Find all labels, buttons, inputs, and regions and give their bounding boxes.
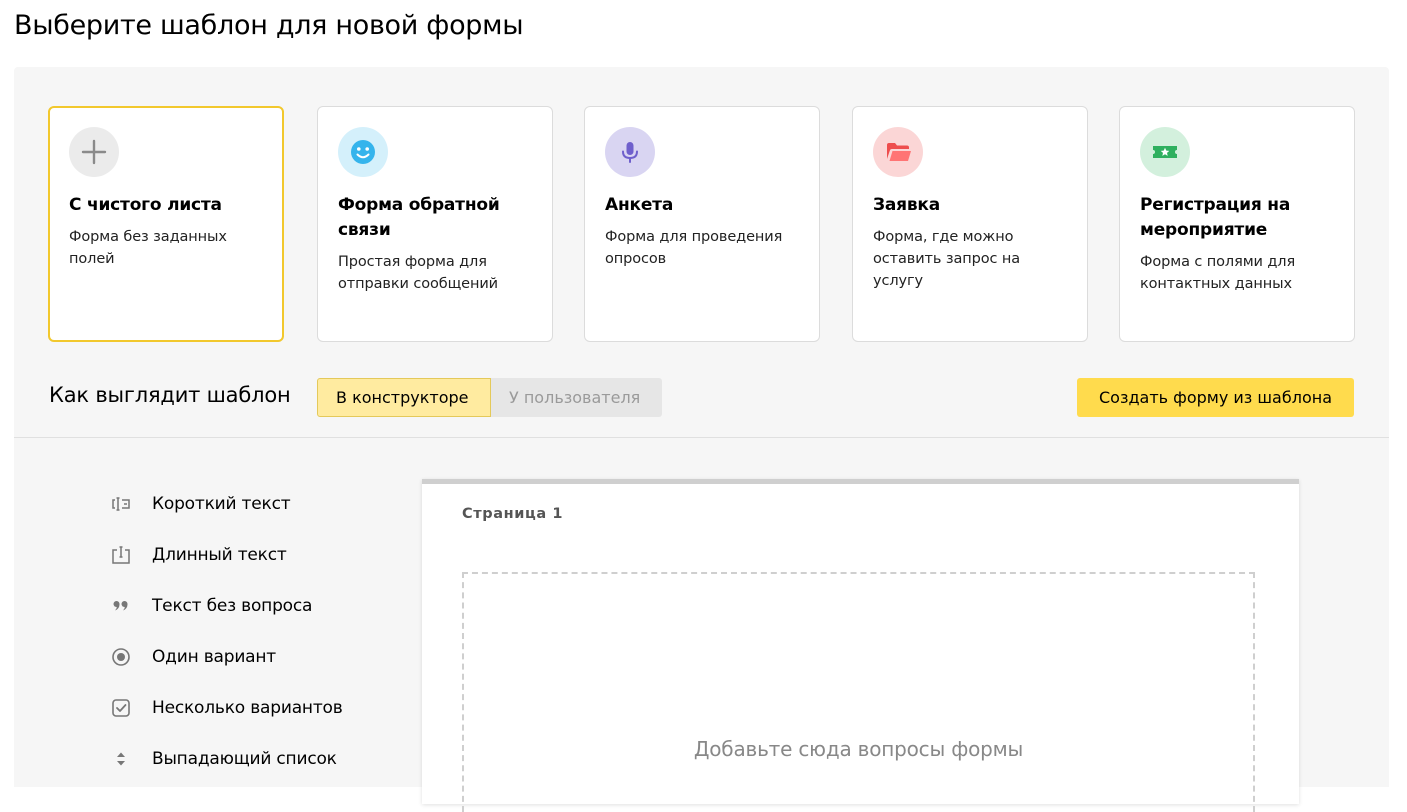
folder-icon <box>873 127 923 177</box>
divider <box>14 437 1389 438</box>
microphone-icon <box>605 127 655 177</box>
form-canvas: Страница 1 Добавьте сюда вопросы формы <box>422 479 1299 812</box>
plus-icon <box>69 127 119 177</box>
field-type-text-no-question[interactable]: Текст без вопроса <box>110 591 370 621</box>
preview-mode-switch: В конструкторе У пользователя <box>317 378 662 417</box>
create-from-template-button[interactable]: Создать форму из шаблона <box>1077 378 1354 417</box>
template-title: Заявка <box>873 195 941 215</box>
template-panel: С чистого листа Форма без заданных полей… <box>14 67 1389 812</box>
template-description: Форма с полями для контактных данных <box>1140 254 1296 292</box>
page-label: Страница 1 <box>462 506 564 522</box>
template-card-feedback[interactable]: Форма обратной связи Простая форма для о… <box>317 106 553 342</box>
template-description: Простая форма для отправки сообщений <box>338 254 498 292</box>
field-type-short-text[interactable]: Короткий текст <box>110 489 370 519</box>
template-description: Форма без заданных полей <box>69 229 227 267</box>
template-card-registration[interactable]: Регистрация на мероприятие Форма с полям… <box>1119 106 1355 342</box>
template-card-blank[interactable]: С чистого листа Форма без заданных полей <box>48 106 284 342</box>
quote-icon <box>110 595 132 617</box>
template-title: Регистрация на мероприятие <box>1140 195 1291 240</box>
question-dropzone[interactable]: Добавьте сюда вопросы формы <box>462 572 1255 812</box>
template-description: Форма для проведения опросов <box>605 229 783 267</box>
smile-icon <box>338 127 388 177</box>
tab-user-view[interactable]: У пользователя <box>491 378 662 417</box>
field-type-label: Длинный текст <box>152 545 287 565</box>
template-title: Форма обратной связи <box>338 195 500 240</box>
preview-label: Как выглядит шаблон <box>49 383 291 407</box>
template-description: Форма, где можно оставить запрос на услу… <box>873 229 1021 289</box>
tab-constructor[interactable]: В конструкторе <box>317 378 491 417</box>
field-type-single-choice[interactable]: Один вариант <box>110 642 370 672</box>
long-text-icon <box>110 544 132 566</box>
field-type-label: Выпадающий список <box>152 749 337 769</box>
field-type-long-text[interactable]: Длинный текст <box>110 540 370 570</box>
dropzone-hint: Добавьте сюда вопросы формы <box>693 737 1024 761</box>
field-type-dropdown[interactable]: Выпадающий список <box>110 744 370 774</box>
template-card-survey[interactable]: Анкета Форма для проведения опросов <box>584 106 820 342</box>
field-type-label: Текст без вопроса <box>152 596 313 616</box>
field-type-label: Несколько вариантов <box>152 698 343 718</box>
template-title: Анкета <box>605 195 674 215</box>
ticket-icon <box>1140 127 1190 177</box>
field-type-multiple-choice[interactable]: Несколько вариантов <box>110 693 370 723</box>
field-type-label: Короткий текст <box>152 494 291 514</box>
template-card-request[interactable]: Заявка Форма, где можно оставить запрос … <box>852 106 1088 342</box>
page-title: Выберите шаблон для новой формы <box>14 10 524 41</box>
dropdown-arrows-icon <box>110 748 132 770</box>
field-type-label: Один вариант <box>152 647 277 667</box>
radio-icon <box>110 646 132 668</box>
template-title: С чистого листа <box>69 195 222 215</box>
short-text-icon <box>110 493 132 515</box>
checkbox-icon <box>110 697 132 719</box>
